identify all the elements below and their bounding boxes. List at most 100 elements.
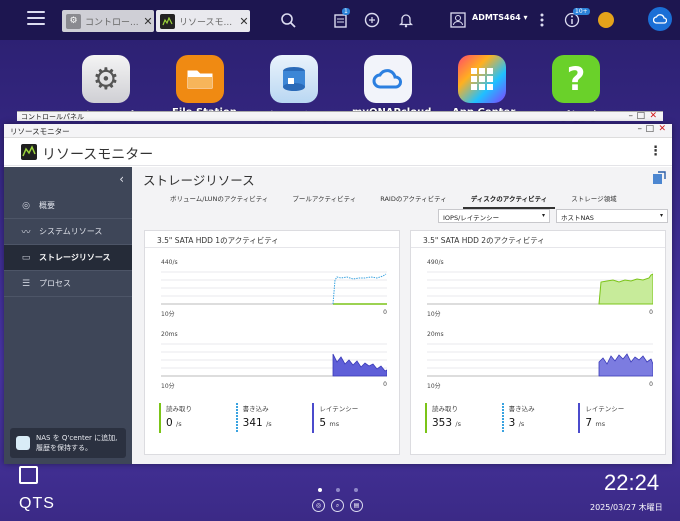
stat-value: 3	[508, 417, 516, 429]
more-options-icon[interactable]	[532, 10, 552, 30]
disk-activity-card: 3.5" SATA HDD 1のアクティビティ 440/s 10分 0 20ms	[144, 230, 400, 455]
latency-plot	[427, 343, 653, 377]
user-icon[interactable]	[448, 10, 468, 30]
help-center-app[interactable]: ?	[552, 55, 600, 103]
tab-resource-monitor[interactable]: リソースモ... ✕	[156, 10, 250, 32]
chart-line-icon: 〰	[21, 228, 31, 238]
app-center-app[interactable]	[458, 55, 506, 103]
notification-bell-icon[interactable]	[396, 10, 416, 30]
main-content: ストレージリソース ボリューム/LUNのアクティビティ プールアクティビティ R…	[132, 167, 672, 464]
qcenter-promo[interactable]: NAS を Q'center に追加, 履歴を保持する。	[10, 428, 126, 458]
gear-icon: ⚙	[66, 13, 81, 29]
read-stat: 読み取り 353 /s	[425, 403, 502, 435]
sidebar-item-overview[interactable]: ◎ 概要	[4, 193, 132, 219]
close-icon[interactable]: ✕	[142, 15, 154, 28]
tab-storage-space[interactable]: ストレージ領域	[563, 191, 624, 209]
sidebar-item-processes[interactable]: ☰ プロセス	[4, 271, 132, 297]
minimize-icon[interactable]: –	[638, 124, 643, 134]
x-axis-start: 10分	[161, 383, 175, 390]
x-axis-start: 10分	[161, 311, 175, 318]
username[interactable]: ADMTS464 ▾	[472, 13, 528, 22]
chevron-down-icon: ▾	[541, 212, 545, 219]
iops-plot	[427, 271, 653, 305]
dashboard-icon: ◎	[22, 200, 30, 211]
maximize-icon[interactable]: □	[636, 111, 645, 121]
file-station-app[interactable]	[176, 55, 224, 103]
export-icon[interactable]	[652, 171, 666, 185]
stat-value: 0	[166, 417, 173, 429]
notices-badge: 10+	[573, 8, 590, 15]
sidebar-item-storage-resources[interactable]: ▭ ストレージリソース	[4, 245, 132, 271]
metric-select[interactable]: IOPS/レイテンシー ▾	[438, 209, 550, 223]
more-options-icon[interactable]: ⋮	[649, 144, 662, 159]
external-device-icon[interactable]	[362, 10, 382, 30]
window-title: リソースモニター	[10, 127, 70, 136]
storage-icon	[283, 67, 305, 91]
myqnapcloud-icon[interactable]	[648, 7, 672, 31]
sidebar-item-system-resources[interactable]: 〰 システムリソース	[4, 219, 132, 245]
subtab-bar: ボリューム/LUNのアクティビティ プールアクティビティ RAIDのアクティビテ…	[162, 191, 633, 209]
control-panel-window[interactable]: コントロールパネル – □ ✕	[17, 111, 663, 121]
stats-row: 読み取り 0 /s 書き込み 341 /s レイテンシー 5 ms	[159, 403, 389, 435]
qts-link-icon[interactable]: ◎	[312, 499, 325, 512]
close-icon[interactable]: ✕	[238, 15, 250, 28]
contact-icon[interactable]: ▤	[350, 499, 363, 512]
notes-icon[interactable]	[19, 466, 38, 484]
search-icon[interactable]	[278, 10, 298, 30]
control-panel-app[interactable]: ⚙	[82, 55, 130, 103]
grid-icon	[471, 68, 493, 90]
chevron-down-icon: ▾	[659, 212, 663, 219]
sidebar-item-label: ストレージリソース	[39, 253, 111, 262]
search-help-icon[interactable]: ⌕	[331, 499, 344, 512]
page-dot[interactable]	[354, 488, 358, 492]
qcenter-text: 履歴を保持する。	[36, 444, 92, 452]
x-axis-start: 10分	[427, 383, 441, 390]
y-axis-max: 20ms	[427, 331, 444, 338]
tab-disk-activity[interactable]: ディスクのアクティビティ	[462, 191, 556, 209]
latency-chart: 20ms 10分 0	[161, 331, 387, 390]
x-axis-end: 0	[649, 309, 653, 316]
qts-logo: QTS	[19, 495, 55, 512]
list-icon: ☰	[21, 278, 31, 289]
gear-icon: ⚙	[92, 61, 120, 97]
tab-raid-activity[interactable]: RAIDのアクティビティ	[372, 191, 455, 209]
qcenter-icon	[16, 436, 30, 450]
stat-value: 5	[319, 417, 327, 429]
maximize-icon[interactable]: □	[645, 124, 654, 134]
disk-activity-card: 3.5" SATA HDD 2のアクティビティ 490/s 10分 0 20ms	[410, 230, 666, 455]
stat-unit: ms	[329, 420, 340, 428]
stat-label: レイテンシー	[585, 405, 625, 413]
main-menu-icon[interactable]	[27, 11, 45, 27]
close-icon[interactable]: ✕	[649, 111, 657, 121]
stat-unit: /s	[518, 420, 525, 428]
stat-unit: ms	[595, 420, 606, 428]
minimize-icon[interactable]: –	[629, 111, 634, 121]
clock: 22:24	[604, 470, 660, 495]
stat-label: 書き込み	[508, 405, 535, 413]
tab-label: コントロー...	[85, 17, 139, 28]
collapse-sidebar-icon[interactable]: ‹	[4, 167, 132, 193]
sidebar-item-label: プロセス	[39, 279, 71, 288]
tab-pool-activity[interactable]: プールアクティビティ	[284, 191, 364, 209]
read-stat: 読み取り 0 /s	[159, 403, 236, 435]
stats-row: 読み取り 353 /s 書き込み 3 /s レイテンシー 7 ms	[425, 403, 655, 435]
storage-snapshots-app[interactable]	[270, 55, 318, 103]
window-titlebar[interactable]: リソースモニター – □ ✕	[4, 124, 672, 138]
target-select[interactable]: ホストNAS ▾	[556, 209, 668, 223]
dashboard-gauge-icon[interactable]	[596, 10, 616, 30]
card-title: 3.5" SATA HDD 2のアクティビティ	[411, 231, 665, 248]
stat-value: 353	[432, 417, 453, 429]
folder-icon	[187, 70, 213, 89]
page-dot[interactable]	[318, 488, 322, 492]
tab-control-panel[interactable]: ⚙ コントロー... ✕	[62, 10, 154, 32]
tab-volume-lun-activity[interactable]: ボリューム/LUNのアクティビティ	[162, 191, 276, 209]
app-header: リソースモニター ⋮	[4, 138, 672, 166]
x-axis-end: 0	[649, 381, 653, 388]
x-axis-start: 10分	[427, 311, 441, 318]
myqnapcloud-app[interactable]	[364, 55, 412, 103]
latency-stat: レイテンシー 7 ms	[578, 403, 655, 435]
page-dot[interactable]	[336, 488, 340, 492]
y-axis-max: 20ms	[161, 331, 178, 338]
close-icon[interactable]: ✕	[658, 124, 666, 134]
tab-label: リソースモ...	[179, 17, 233, 28]
